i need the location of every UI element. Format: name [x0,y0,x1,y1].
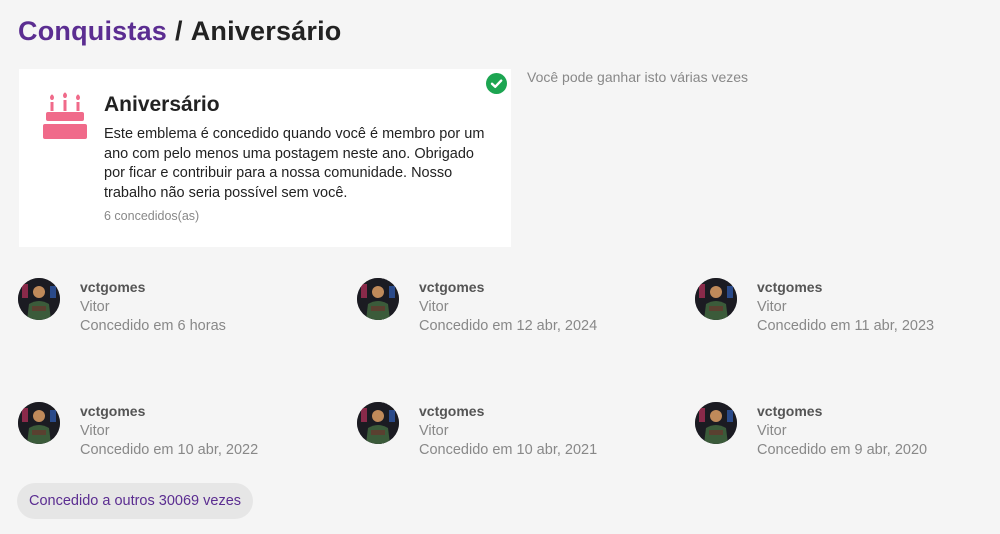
grant-username[interactable]: vctgomes [419,279,484,295]
grant-date[interactable]: Concedido em 11 abr, 2023 [757,318,934,334]
breadcrumb-conquistas-link[interactable]: Conquistas [18,16,167,46]
grant-item: vctgomes Vitor Concedido em 6 horas [18,278,338,358]
avatar[interactable] [18,278,60,320]
grant-date[interactable]: Concedido em 10 abr, 2022 [80,442,258,458]
grant-name: Vitor [419,423,449,439]
grant-name: Vitor [757,423,787,439]
avatar[interactable] [357,402,399,444]
badge-card: Aniversário Este emblema é concedido qua… [19,69,511,247]
badge-name: Aniversário [104,93,220,116]
grant-username[interactable]: vctgomes [80,279,145,295]
badge-description: Este emblema é concedido quando você é m… [104,126,485,201]
grant-item: vctgomes Vitor Concedido em 9 abr, 2020 [695,402,1000,482]
breadcrumb-separator: / [175,16,183,46]
grant-name: Vitor [757,299,787,315]
birthday-cake-icon [43,92,87,139]
avatar[interactable] [357,278,399,320]
repeat-note: Você pode ganhar isto várias vezes [527,69,749,85]
grant-name: Vitor [419,299,449,315]
grant-name: Vitor [80,423,110,439]
grant-username[interactable]: vctgomes [757,279,822,295]
grant-username[interactable]: vctgomes [757,403,822,419]
show-more-grants-button[interactable]: Concedido a outros 30069 vezes [17,483,254,519]
grant-item: vctgomes Vitor Concedido em 12 abr, 2024 [357,278,677,358]
grant-username[interactable]: vctgomes [80,403,145,419]
grant-date[interactable]: Concedido em 6 horas [80,318,226,334]
breadcrumb-current: Aniversário [190,16,342,46]
page-title: Conquistas / Aniversário [18,16,342,47]
grant-username[interactable]: vctgomes [419,403,484,419]
grant-item: vctgomes Vitor Concedido em 10 abr, 2022 [18,402,338,482]
avatar[interactable] [695,402,737,444]
badge-granted-count[interactable]: 6 concedidos(as) [104,209,199,223]
grant-date[interactable]: Concedido em 9 abr, 2020 [757,442,927,458]
check-circle-icon [486,73,507,94]
grant-date[interactable]: Concedido em 12 abr, 2024 [419,318,597,334]
avatar[interactable] [695,278,737,320]
grant-name: Vitor [80,299,110,315]
grant-item: vctgomes Vitor Concedido em 11 abr, 2023 [695,278,1000,358]
grant-item: vctgomes Vitor Concedido em 10 abr, 2021 [357,402,677,482]
grant-date[interactable]: Concedido em 10 abr, 2021 [419,442,597,458]
avatar[interactable] [18,402,60,444]
